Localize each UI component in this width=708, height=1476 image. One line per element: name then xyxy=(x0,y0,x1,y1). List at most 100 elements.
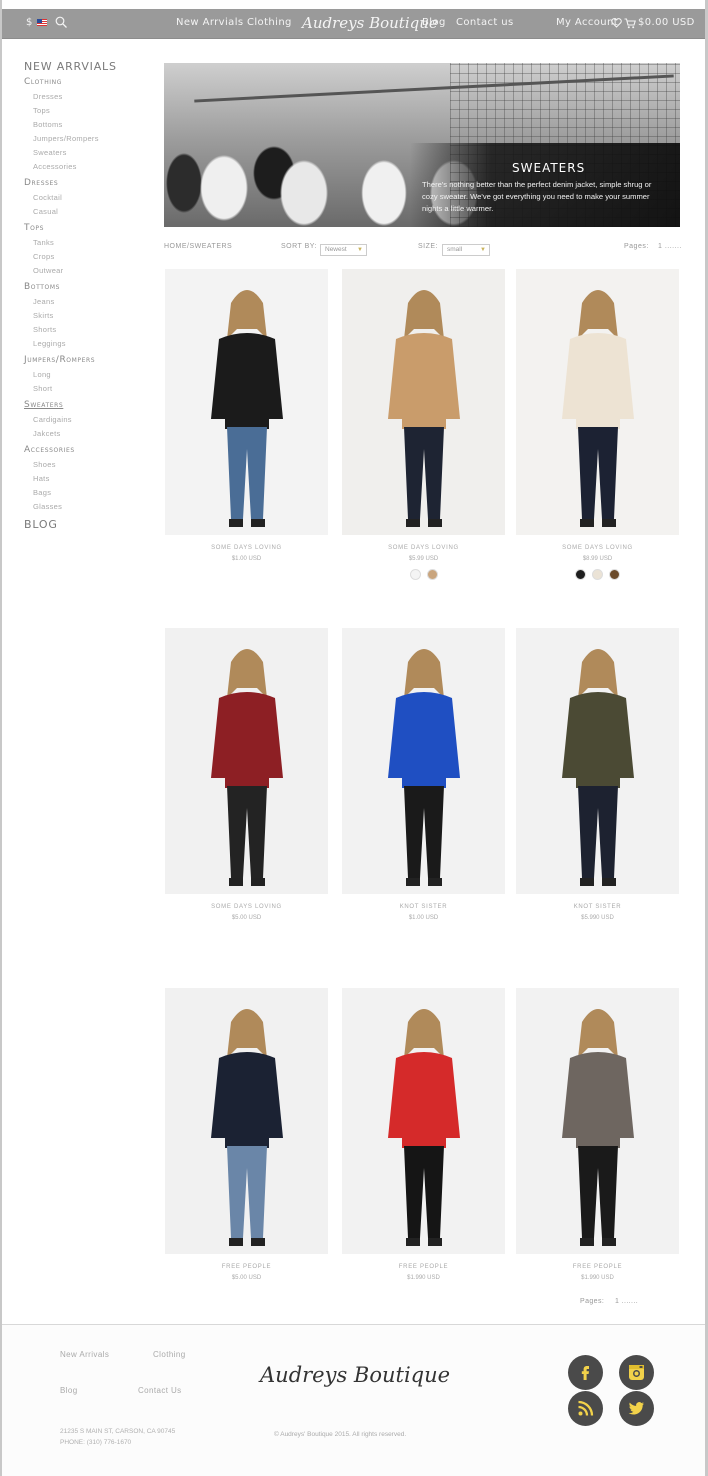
search-icon[interactable] xyxy=(55,16,68,29)
product-card[interactable]: FREE PEOPLE $1.990 USD xyxy=(342,988,505,1281)
chevron-down-icon: ▼ xyxy=(357,247,363,253)
brand-logo[interactable]: Audreys Boutique xyxy=(302,14,438,32)
sidebar-new-arrivals[interactable]: NEW ARRVIALS xyxy=(24,60,144,73)
footer: New Arrivals Clothing Blog Contact Us 21… xyxy=(2,1324,705,1476)
product-image[interactable] xyxy=(342,269,505,535)
product-name[interactable]: SOME DAYS LOVING xyxy=(516,545,679,551)
color-swatch[interactable] xyxy=(409,569,421,580)
sidebar-category[interactable]: Accessories xyxy=(24,445,144,455)
sidebar-subitem[interactable]: Long xyxy=(24,370,144,379)
product-name[interactable]: FREE PEOPLE xyxy=(516,1264,679,1270)
product-price: $5.990 USD xyxy=(581,915,614,921)
cart-icon[interactable] xyxy=(624,18,636,29)
product-image[interactable] xyxy=(516,628,679,894)
nav-blog[interactable]: Blog xyxy=(422,17,446,28)
nav-clothing[interactable]: Clothing xyxy=(247,17,292,28)
sidebar-subitem[interactable]: Jakcets xyxy=(24,429,144,438)
sidebar-subitem[interactable]: Dresses xyxy=(24,92,144,101)
sidebar-subitem[interactable]: Shorts xyxy=(24,325,144,334)
my-account-link[interactable]: My Account xyxy=(556,17,618,28)
product-card[interactable]: SOME DAYS LOVING $5.99 USD xyxy=(342,269,505,580)
sidebar-category[interactable]: Sweaters xyxy=(24,400,144,410)
sidebar-category[interactable]: Dresses xyxy=(24,178,144,188)
product-name[interactable]: KNOT SISTER xyxy=(516,904,679,910)
sidebar-blog[interactable]: BLOG xyxy=(24,518,144,531)
color-swatch[interactable] xyxy=(575,569,586,580)
bottom-page-number[interactable]: 1 ....... xyxy=(615,1298,638,1305)
sidebar-category[interactable]: Jumpers/Rompers xyxy=(24,355,144,365)
size-select[interactable]: small ▼ xyxy=(442,244,490,256)
sidebar-subitem[interactable]: Short xyxy=(24,384,144,393)
footer-contact[interactable]: Contact Us xyxy=(138,1386,182,1395)
sort-select[interactable]: Newest ▼ xyxy=(320,244,367,256)
product-card[interactable]: SOME DAYS LOVING $5.00 USD xyxy=(165,628,328,921)
sidebar-category[interactable]: Tops xyxy=(24,223,144,233)
product-name[interactable]: KNOT SISTER xyxy=(342,904,505,910)
product-name[interactable]: FREE PEOPLE xyxy=(165,1264,328,1270)
product-image[interactable] xyxy=(516,988,679,1254)
instagram-icon[interactable] xyxy=(619,1355,654,1390)
sidebar-subitem[interactable]: Shoes xyxy=(24,460,144,469)
sidebar-subitem[interactable]: Cardigains xyxy=(24,415,144,424)
color-swatch[interactable] xyxy=(592,569,603,580)
sidebar-subitem[interactable]: Cocktail xyxy=(24,193,144,202)
color-swatch[interactable] xyxy=(426,569,438,580)
product-image[interactable] xyxy=(165,269,328,535)
product-name[interactable]: SOME DAYS LOVING xyxy=(342,545,505,551)
bottom-pages-label: Pages: xyxy=(580,1298,605,1305)
footer-brand-logo: Audreys Boutique xyxy=(260,1363,451,1387)
nav-new-arrivals[interactable]: New Arrvials xyxy=(176,17,244,28)
sidebar-subitem[interactable]: Leggings xyxy=(24,339,144,348)
product-card[interactable]: KNOT SISTER $5.990 USD xyxy=(516,628,679,921)
sidebar-subitem[interactable]: Jumpers/Rompers xyxy=(24,134,144,143)
hero-banner: SWEATERS There's nothing better than the… xyxy=(164,63,680,227)
product-card[interactable]: FREE PEOPLE $5.00 USD xyxy=(165,988,328,1281)
product-card[interactable]: SOME DAYS LOVING $1.00 USD xyxy=(165,269,328,562)
cart-total[interactable]: $0.00 USD xyxy=(638,17,695,28)
product-price: $5.00 USD xyxy=(231,1275,262,1281)
sidebar-category[interactable]: Clothing xyxy=(24,77,144,87)
product-card[interactable]: KNOT SISTER $1.00 USD xyxy=(342,628,505,921)
facebook-icon[interactable] xyxy=(568,1355,603,1390)
sidebar-category[interactable]: Bottoms xyxy=(24,282,144,292)
copyright: © Audreys' Boutique 2015. All rights res… xyxy=(274,1431,407,1438)
heart-icon[interactable] xyxy=(611,18,622,28)
footer-clothing[interactable]: Clothing xyxy=(153,1350,186,1359)
footer-new-arrivals[interactable]: New Arrivals xyxy=(60,1350,109,1359)
footer-blog[interactable]: Blog xyxy=(60,1386,78,1395)
product-card[interactable]: FREE PEOPLE $1.990 USD xyxy=(516,988,679,1281)
product-card[interactable]: SOME DAYS LOVING $8.99 USD xyxy=(516,269,679,580)
product-price: $5.99 USD xyxy=(408,556,439,562)
sidebar-subitem[interactable]: Skirts xyxy=(24,311,144,320)
rss-icon[interactable] xyxy=(568,1391,603,1426)
page-number[interactable]: 1 ....... xyxy=(658,243,682,250)
product-image[interactable] xyxy=(516,269,679,535)
sidebar-subitem[interactable]: Hats xyxy=(24,474,144,483)
sidebar-subitem[interactable]: Bottoms xyxy=(24,120,144,129)
product-image[interactable] xyxy=(165,628,328,894)
sidebar-subitem[interactable]: Crops xyxy=(24,252,144,261)
product-image[interactable] xyxy=(342,628,505,894)
currency-selector[interactable]: $ xyxy=(26,17,33,28)
product-image[interactable] xyxy=(342,988,505,1254)
sidebar-subitem[interactable]: Tops xyxy=(24,106,144,115)
sidebar-subitem[interactable]: Outwear xyxy=(24,266,144,275)
breadcrumb[interactable]: HOME/SWEATERS xyxy=(164,243,232,250)
sidebar-subitem[interactable]: Sweaters xyxy=(24,148,144,157)
sidebar-subitem[interactable]: Glasses xyxy=(24,502,144,511)
us-flag-icon[interactable] xyxy=(37,19,47,26)
nav-contact[interactable]: Contact us xyxy=(456,17,514,28)
product-image[interactable] xyxy=(165,988,328,1254)
color-swatch[interactable] xyxy=(609,569,620,580)
sidebar: NEW ARRVIALS Clothing Dresses Tops Bottoms J… xyxy=(24,60,144,531)
sidebar-subitem[interactable]: Bags xyxy=(24,488,144,497)
product-name[interactable]: SOME DAYS LOVING xyxy=(165,545,328,551)
sidebar-subitem[interactable]: Tanks xyxy=(24,238,144,247)
product-name[interactable]: FREE PEOPLE xyxy=(342,1264,505,1270)
sidebar-subitem[interactable]: Casual xyxy=(24,207,144,216)
sidebar-subitem[interactable]: Accessories xyxy=(24,162,144,171)
page: $ New Arrvials Clothing Audreys Boutique… xyxy=(2,0,705,1476)
sidebar-subitem[interactable]: Jeans xyxy=(24,297,144,306)
twitter-icon[interactable] xyxy=(619,1391,654,1426)
product-name[interactable]: SOME DAYS LOVING xyxy=(165,904,328,910)
